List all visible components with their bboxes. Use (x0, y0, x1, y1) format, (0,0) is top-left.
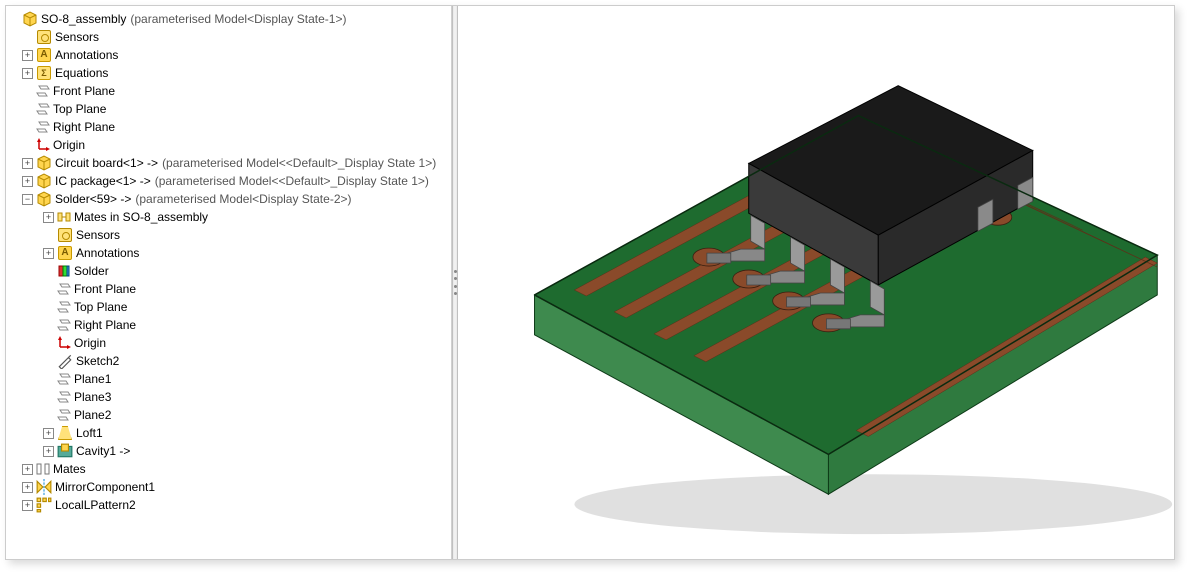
plane-icon (36, 84, 50, 98)
plane-icon (36, 102, 50, 116)
origin-icon (57, 336, 71, 350)
expander-icon[interactable]: + (22, 500, 33, 511)
tree-root[interactable]: SO-8_assembly (parameterised Model<Displ… (8, 10, 449, 28)
part-icon (36, 155, 52, 171)
tree-item-sensors[interactable]: Sensors (8, 28, 449, 46)
tree-item-origin[interactable]: Origin (8, 136, 449, 154)
tree-item-plane3[interactable]: Plane3 (8, 388, 449, 406)
tree-item-top-plane[interactable]: Top Plane (8, 100, 449, 118)
annotation-icon: A (36, 47, 52, 63)
tree-item-front-plane[interactable]: Front Plane (8, 82, 449, 100)
model-render (458, 6, 1174, 559)
expander-icon[interactable]: + (43, 446, 54, 457)
tree-item-mates-in-assembly[interactable]: + Mates in SO-8_assembly (8, 208, 449, 226)
tree-item-solder[interactable]: − Solder<59> -> (parameterised Model<Dis… (8, 190, 449, 208)
expander-icon[interactable]: + (43, 248, 54, 259)
sensor-icon (57, 227, 73, 243)
tree-item-mirror-component[interactable]: + MirrorComponent1 (8, 478, 449, 496)
tree-root-label: SO-8_assembly (41, 10, 126, 28)
plane-icon (57, 318, 71, 332)
tree-item-annotations[interactable]: + A Annotations (8, 46, 449, 64)
tree-item-right-plane[interactable]: Right Plane (8, 118, 449, 136)
feature-tree-panel[interactable]: SO-8_assembly (parameterised Model<Displ… (6, 6, 452, 559)
sensor-icon (36, 29, 52, 45)
plane-icon (57, 372, 71, 386)
expander-icon[interactable]: + (43, 212, 54, 223)
expander-icon[interactable]: + (22, 50, 33, 61)
app-container: SO-8_assembly (parameterised Model<Displ… (5, 5, 1175, 560)
tree-item-loft1[interactable]: + Loft1 (8, 424, 449, 442)
tree-item-sketch2[interactable]: Sketch2 (8, 352, 449, 370)
plane-icon (57, 390, 71, 404)
tree-item-solder-front-plane[interactable]: Front Plane (8, 280, 449, 298)
expander-icon[interactable]: + (22, 464, 33, 475)
tree-item-equations[interactable]: + Σ Equations (8, 64, 449, 82)
origin-icon (36, 138, 50, 152)
tree-item-ic-package[interactable]: + IC package<1> -> (parameterised Model<… (8, 172, 449, 190)
expander-icon[interactable]: + (22, 176, 33, 187)
tree-item-circuit-board[interactable]: + Circuit board<1> -> (parameterised Mod… (8, 154, 449, 172)
solder-material-icon (57, 264, 71, 278)
part-icon (36, 173, 52, 189)
tree-item-cavity1[interactable]: + Cavity1 -> (8, 442, 449, 460)
tree-item-plane2[interactable]: Plane2 (8, 406, 449, 424)
expander-icon[interactable]: + (22, 68, 33, 79)
tree-item-local-pattern[interactable]: + LocalLPattern2 (8, 496, 449, 514)
tree-item-solder-annotations[interactable]: + A Annotations (8, 244, 449, 262)
tree-item-solder-top-plane[interactable]: Top Plane (8, 298, 449, 316)
sketch-icon (57, 353, 73, 369)
tree-item-solder-right-plane[interactable]: Right Plane (8, 316, 449, 334)
part-icon (36, 191, 52, 207)
expander-icon[interactable]: + (22, 158, 33, 169)
expander-icon[interactable]: + (43, 428, 54, 439)
loft-icon (57, 425, 73, 441)
mirror-icon (36, 479, 52, 495)
plane-icon (57, 282, 71, 296)
tree-root-suffix: (parameterised Model<Display State-1>) (130, 10, 346, 28)
mates-icon (36, 462, 50, 476)
tree-item-mates[interactable]: + Mates (8, 460, 449, 478)
plane-icon (57, 408, 71, 422)
plane-icon (36, 120, 50, 134)
expander-icon[interactable]: + (22, 482, 33, 493)
annotation-icon: A (57, 245, 73, 261)
cavity-icon (57, 443, 73, 459)
mates-icon (57, 210, 71, 224)
plane-icon (57, 300, 71, 314)
assembly-icon (22, 11, 38, 27)
tree-item-plane1[interactable]: Plane1 (8, 370, 449, 388)
tree-item-solder-origin[interactable]: Origin (8, 334, 449, 352)
3d-viewport[interactable] (458, 6, 1174, 559)
tree-item-solder-sensors[interactable]: Sensors (8, 226, 449, 244)
tree-item-solder-material[interactable]: Solder (8, 262, 449, 280)
equation-icon: Σ (36, 65, 52, 81)
collapse-icon[interactable]: − (22, 194, 33, 205)
pattern-icon (36, 497, 52, 513)
